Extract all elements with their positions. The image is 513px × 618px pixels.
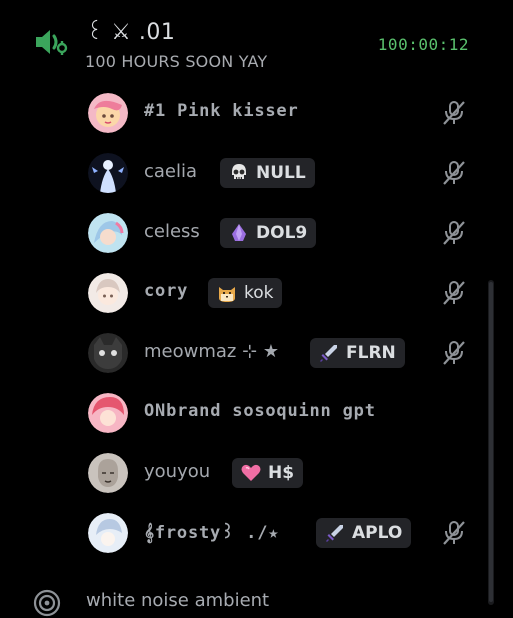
channel-name: white noise ambient [86, 590, 270, 611]
member-tag[interactable]: APLO [316, 518, 412, 548]
member-name: #1 Pink kisser [144, 101, 299, 121]
avatar [88, 333, 128, 373]
voice-member[interactable]: #1 Pink kisser [82, 87, 482, 139]
member-name: meowmaz ⊹ ★ [144, 341, 280, 362]
voice-member[interactable]: 𝄞frosty꒱ ./★ APLO [82, 507, 482, 559]
purple-crystal-icon [232, 224, 246, 241]
microphone-muted-icon [443, 101, 465, 125]
member-tag[interactable]: DOL9 [220, 218, 317, 248]
voice-member[interactable]: youyou H$ [82, 447, 482, 499]
skull-icon [232, 164, 246, 179]
voice-channel-header[interactable]: ꒰ ⚔ .01 100 HOURS SOON YAY 100:00:12 [0, 0, 513, 80]
tag-label: APLO [352, 523, 403, 543]
voice-member[interactable]: cory kok [82, 267, 482, 319]
voice-channel-next[interactable]: white noise ambient [0, 578, 513, 617]
member-tag[interactable]: kok [208, 278, 283, 308]
avatar [88, 393, 128, 433]
member-name: celess [144, 221, 200, 242]
channel-name: ꒰ ⚔ .01 [86, 20, 176, 45]
voice-member[interactable]: meowmaz ⊹ ★ FLRN [82, 327, 482, 379]
tag-label: FLRN [346, 343, 396, 363]
voice-member[interactable]: caelia NULL [82, 147, 482, 199]
tag-label: NULL [256, 163, 306, 183]
avatar [88, 513, 128, 553]
voice-member[interactable]: ONbrand sosoquinn gpt [82, 387, 482, 439]
avatar [88, 213, 128, 253]
member-name: ONbrand sosoquinn gpt [144, 401, 376, 421]
voice-connected-icon [36, 30, 68, 55]
voice-member[interactable]: celess DOL9 [82, 207, 482, 259]
member-name: 𝄞frosty꒱ ./★ [144, 523, 280, 543]
member-name: youyou [144, 461, 211, 482]
channel-status-text: 100 HOURS SOON YAY [85, 52, 268, 71]
sword-icon [320, 345, 337, 362]
member-tag[interactable]: FLRN [310, 338, 405, 368]
pink-heart-icon [241, 464, 261, 481]
avatar [88, 153, 128, 193]
microphone-muted-icon [443, 161, 465, 185]
scrollbar-thumb[interactable] [489, 282, 493, 602]
avatar [88, 93, 128, 133]
member-tag[interactable]: H$ [232, 458, 304, 488]
avatar [88, 273, 128, 313]
tag-label: DOL9 [256, 223, 308, 243]
tag-label: kok [244, 283, 274, 303]
member-tag[interactable]: NULL [220, 158, 315, 188]
tag-label: H$ [268, 463, 295, 483]
sword-icon [326, 525, 343, 542]
cat-face-icon [219, 287, 235, 302]
microphone-muted-icon [443, 341, 465, 365]
stage-channel-icon [33, 589, 61, 617]
microphone-muted-icon [443, 281, 465, 305]
member-name: caelia [144, 161, 198, 182]
microphone-muted-icon [443, 221, 465, 245]
voice-timer: 100:00:12 [377, 35, 469, 54]
avatar [88, 453, 128, 493]
microphone-muted-icon [443, 521, 465, 545]
member-name: cory [144, 281, 189, 301]
